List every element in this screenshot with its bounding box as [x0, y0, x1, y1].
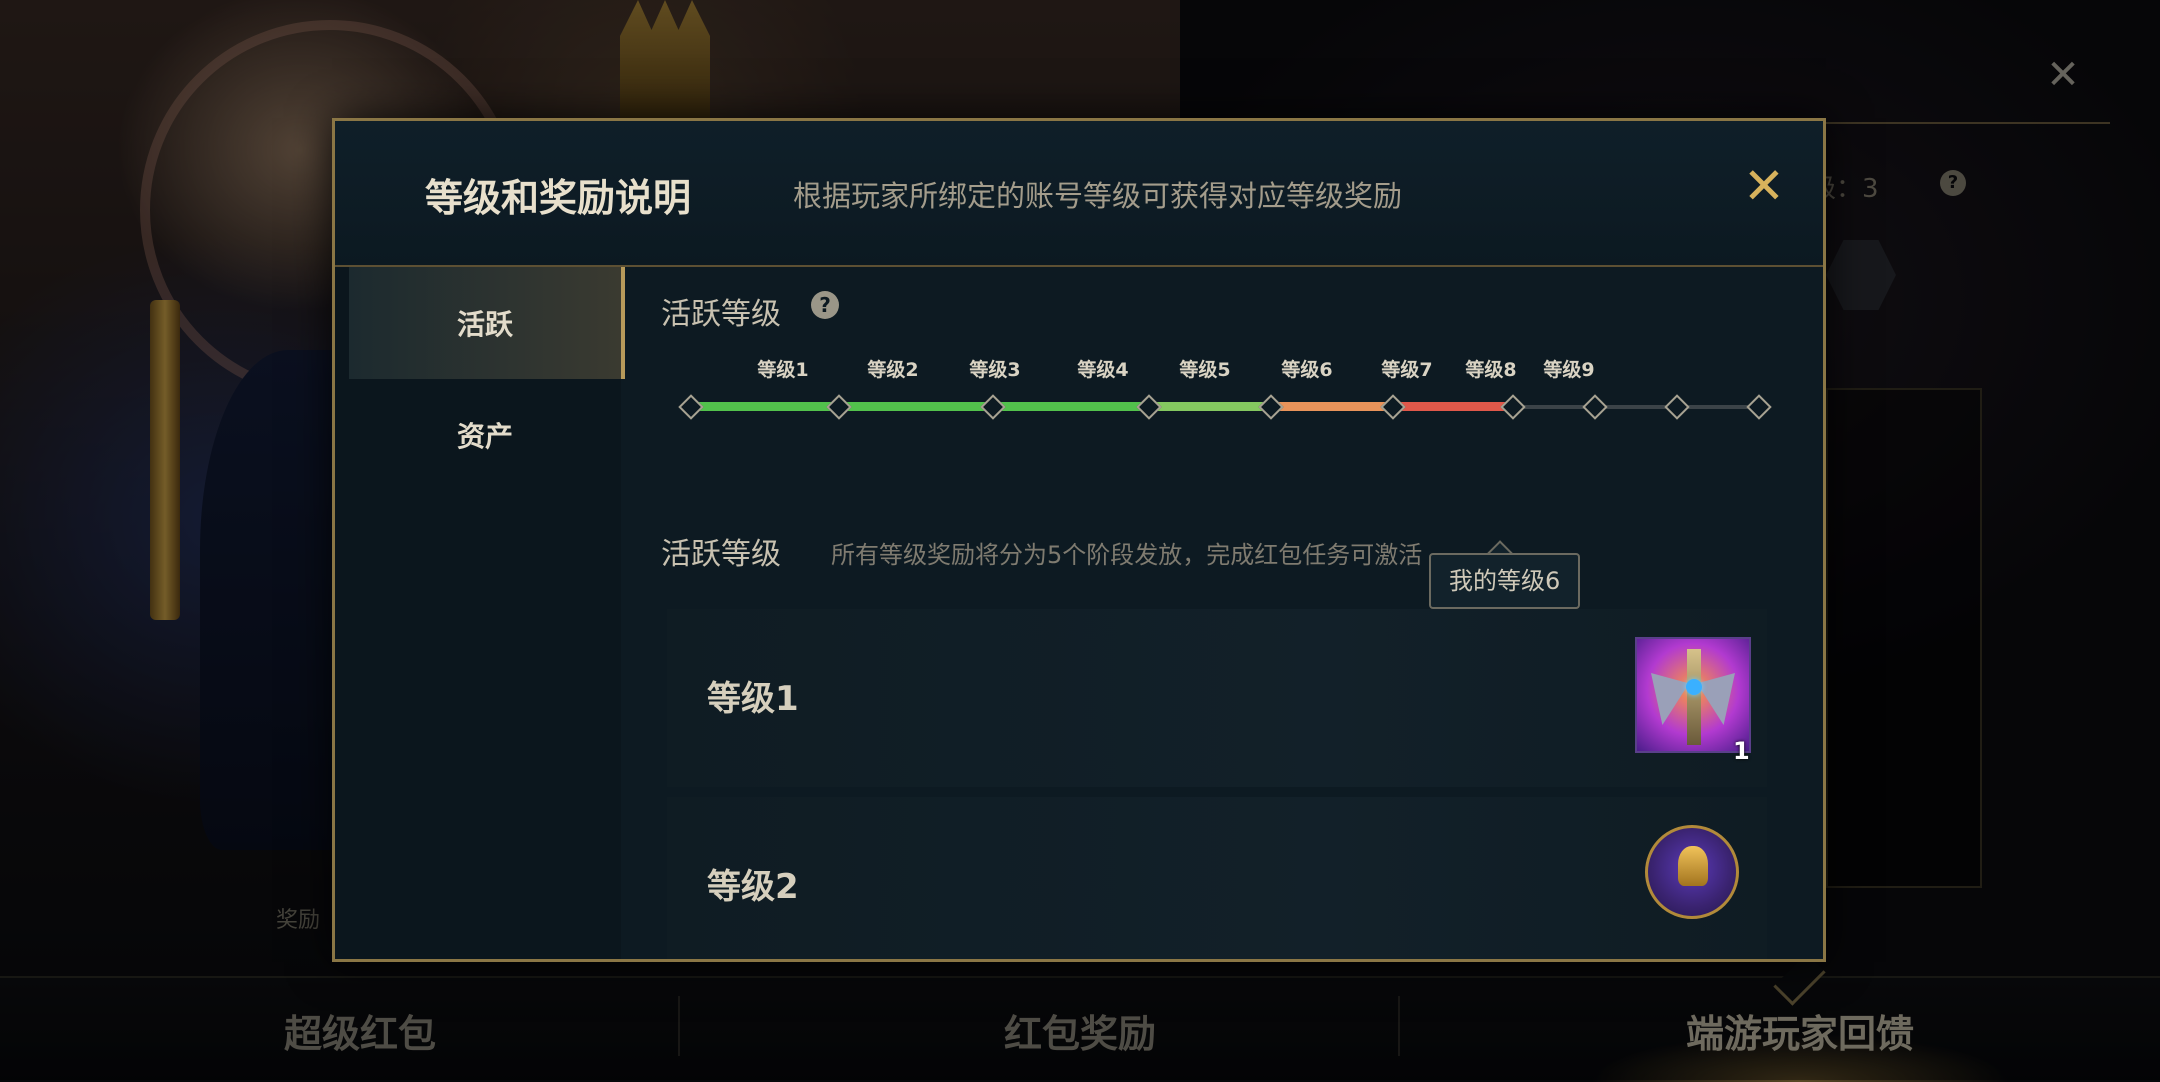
gem: [1686, 679, 1702, 695]
track-segment-level-5: [1271, 402, 1393, 411]
level-label: 等级1: [757, 359, 809, 381]
level-label: 等级3: [969, 359, 1021, 381]
track-segment-level-6: [1393, 402, 1513, 411]
reward-count: 1: [1733, 737, 1750, 765]
level-label: 等级5: [1179, 359, 1231, 381]
track-segment-level-1: [691, 402, 839, 411]
reward-row: 等级2: [667, 797, 1767, 959]
modal-content[interactable]: 活跃等级 ? 等级1 等级2 等级3 等级4 等级5 等级6 等级7 等级8 等级9 我的等级6…: [621, 267, 1823, 959]
rewards-section-title: 活跃等级: [661, 537, 781, 572]
level-label: 等级7: [1381, 359, 1433, 381]
reward-level-label: 等级1: [707, 679, 799, 719]
track-node: [1582, 394, 1608, 420]
reward-level-label: 等级2: [707, 867, 799, 907]
level-label: 等级8: [1465, 359, 1517, 381]
track-node: [1258, 394, 1284, 420]
track-node: [1746, 394, 1772, 420]
side-nav: 活跃 资产: [335, 267, 625, 959]
track-segment-level-4: [1149, 402, 1271, 411]
track-node: [980, 394, 1006, 420]
track-node: [1380, 394, 1406, 420]
sword-blade: [1687, 649, 1701, 745]
golden-helmet-icon[interactable]: [1645, 825, 1739, 919]
level-label: 等级9: [1543, 359, 1595, 381]
track-node: [1136, 394, 1162, 420]
my-level-tooltip: 我的等级6: [1429, 553, 1581, 609]
rewards-section-description: 所有等级奖励将分为5个阶段发放，完成红包任务可激活: [831, 541, 1423, 569]
side-nav-label: 活跃: [456, 308, 513, 341]
side-nav-item-assets[interactable]: 资产: [349, 379, 621, 491]
modal-title: 等级和奖励说明: [425, 176, 692, 220]
wing-left: [1651, 673, 1689, 725]
reward-row: 等级1 1: [667, 609, 1767, 787]
track-node: [1500, 394, 1526, 420]
close-icon[interactable]: ✕: [1739, 161, 1789, 211]
level-label: 等级6: [1281, 359, 1333, 381]
track-node: [1664, 394, 1690, 420]
track-node: [678, 394, 704, 420]
track-segment-level-2: [839, 402, 993, 411]
level-progress-track: 等级1 等级2 等级3 等级4 等级5 等级6 等级7 等级8 等级9: [621, 267, 1823, 487]
side-nav-item-active[interactable]: 活跃: [349, 267, 625, 379]
helmet: [1678, 846, 1708, 886]
wing-right: [1697, 673, 1735, 725]
track-segment-level-3: [993, 402, 1149, 411]
sword-wings-icon[interactable]: [1635, 637, 1751, 753]
level-label: 等级2: [867, 359, 919, 381]
side-nav-label: 资产: [456, 420, 513, 453]
track-node: [826, 394, 852, 420]
level-rewards-modal: 等级和奖励说明 根据玩家所绑定的账号等级可获得对应等级奖励 ✕ 活跃 资产 活跃…: [332, 118, 1826, 962]
modal-subtitle: 根据玩家所绑定的账号等级可获得对应等级奖励: [793, 179, 1403, 213]
modal-header: 等级和奖励说明 根据玩家所绑定的账号等级可获得对应等级奖励 ✕: [335, 121, 1823, 267]
level-label: 等级4: [1077, 359, 1129, 381]
